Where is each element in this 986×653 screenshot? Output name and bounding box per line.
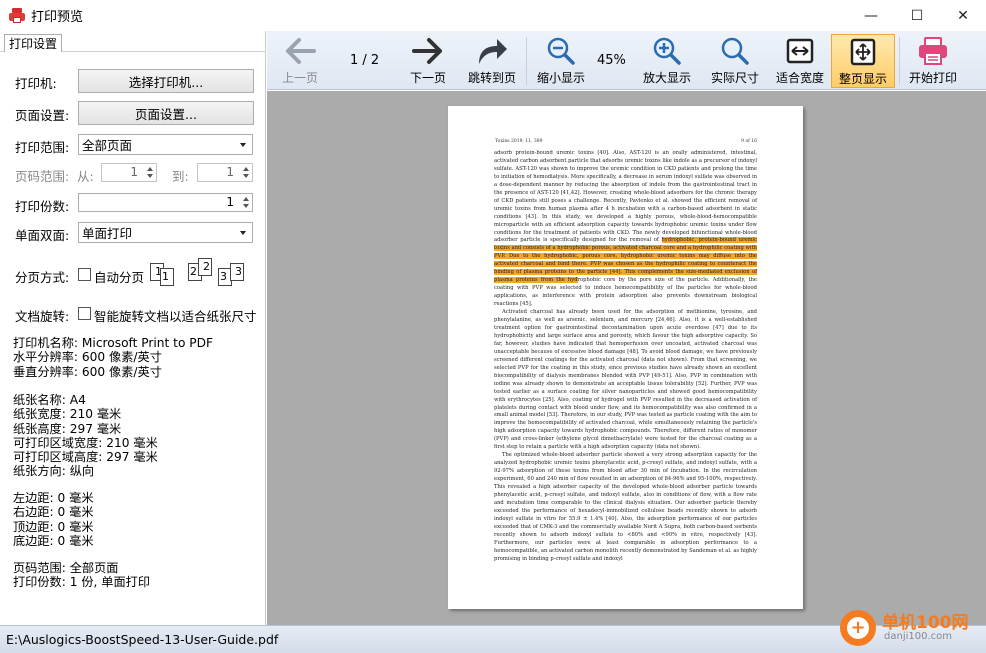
print-range-value: 全部页面 xyxy=(82,138,133,153)
chevron-down-icon xyxy=(240,231,246,235)
page-setup-label: 页面设置: xyxy=(15,108,70,123)
page-header: Toxins 2019, 11, 389 9 of 16 xyxy=(495,139,757,144)
redo-arrow-icon xyxy=(475,34,509,68)
print-settings-panel: 打印设置 打印机: 选择打印机... 页面设置: 页面设置... 打印范围: 全… xyxy=(0,31,266,625)
fit-page-button[interactable]: 整页显示 xyxy=(831,34,895,88)
select-printer-button[interactable]: 选择打印机... xyxy=(78,69,254,93)
fit-width-button[interactable]: 适合宽度 xyxy=(773,34,827,88)
preview-area[interactable]: Toxins 2019, 11, 389 9 of 16 adsorb prot… xyxy=(267,91,986,625)
title-bar: 打印预览 — ☐ ✕ xyxy=(0,0,986,31)
arrow-left-icon xyxy=(283,34,317,68)
from-label: 从: xyxy=(77,169,94,184)
page-indicator: 1 / 2 xyxy=(350,53,380,68)
paper-info: 纸张名称: A4 纸张宽度: 210 毫米 纸张高度: 297 毫米 可打印区域… xyxy=(13,393,158,479)
smart-rotate-checkbox[interactable] xyxy=(78,307,91,320)
paragraph-1: adsorb protein-bound uremic toxins [40].… xyxy=(494,150,757,308)
minimize-button[interactable]: — xyxy=(848,0,894,31)
magnifier-icon xyxy=(720,34,750,68)
page-body: adsorb protein-bound uremic toxins [40].… xyxy=(494,150,757,564)
window-title: 打印预览 xyxy=(31,10,84,25)
header-left: Toxins 2019, 11, 389 xyxy=(495,139,543,144)
copies-stepper[interactable]: 1 xyxy=(78,193,253,212)
watermark-en: danji100.com xyxy=(884,631,952,642)
fit-page-icon xyxy=(848,35,878,69)
summary-info: 页码范围: 全部页面 打印份数: 1 份, 单面打印 xyxy=(13,561,151,590)
arrow-right-icon xyxy=(411,34,445,68)
print-range-select[interactable]: 全部页面 xyxy=(78,134,253,155)
page-preview: Toxins 2019, 11, 389 9 of 16 adsorb prot… xyxy=(448,106,803,609)
auto-paging-label: 自动分页 xyxy=(94,270,145,285)
duplex-select[interactable]: 单面打印 xyxy=(78,222,253,243)
printer-label: 打印机: xyxy=(15,76,57,91)
duplex-label: 单面双面: xyxy=(15,228,70,243)
paragraph-2: Activated charcoal has already been used… xyxy=(494,309,757,451)
zoom-in-button[interactable]: 放大显示 xyxy=(639,34,695,88)
fit-width-icon xyxy=(785,34,815,68)
to-label: 到: xyxy=(172,169,189,184)
print-range-label: 打印范围: xyxy=(15,140,70,155)
maximize-button[interactable]: ☐ xyxy=(894,0,940,31)
page-order-icon-6: 3 xyxy=(230,263,244,281)
auto-paging-checkbox[interactable] xyxy=(78,268,91,281)
tab-print-settings[interactable]: 打印设置 xyxy=(4,34,62,52)
duplex-value: 单面打印 xyxy=(82,226,133,241)
page-order-icon-4: 2 xyxy=(198,258,212,276)
page-order-icon-2: 1 xyxy=(160,268,174,286)
next-page-button[interactable]: 下一页 xyxy=(407,34,449,88)
chevron-down-icon xyxy=(240,143,246,147)
copies-label: 打印份数: xyxy=(15,199,70,214)
paging-label: 分页方式: xyxy=(15,270,70,285)
actual-size-button[interactable]: 实际尺寸 xyxy=(707,34,763,88)
zoom-out-icon xyxy=(546,34,576,68)
close-button[interactable]: ✕ xyxy=(940,0,986,31)
status-bar: E:\Auslogics-BoostSpeed-13-User-Guide.pd… xyxy=(0,625,986,653)
plus-logo-icon: + xyxy=(840,610,876,646)
smart-rotate-label: 智能旋转文档以适合纸张尺寸 xyxy=(94,309,257,324)
start-print-button[interactable]: 开始打印 xyxy=(905,34,961,88)
file-path: E:\Auslogics-BoostSpeed-13-User-Guide.pd… xyxy=(6,632,279,647)
paragraph-3: The optimized whole-blood adsorber parti… xyxy=(494,452,757,562)
zoom-out-button[interactable]: 缩小显示 xyxy=(533,34,589,88)
zoom-level: 45% xyxy=(597,53,626,68)
watermark-logo: + 单机100网 danji100.com xyxy=(840,606,980,651)
goto-page-button[interactable]: 跳转到页 xyxy=(465,34,519,88)
zoom-in-icon xyxy=(652,34,682,68)
page-setup-button[interactable]: 页面设置... xyxy=(78,101,254,125)
prev-page-button[interactable]: 上一页 xyxy=(277,34,323,88)
margin-info: 左边距: 0 毫米 右边距: 0 毫米 顶边距: 0 毫米 底边距: 0 毫米 xyxy=(13,491,94,548)
to-page-stepper[interactable]: 1 xyxy=(197,163,253,182)
printer-info: 打印机名称: Microsoft Print to PDF 水平分辨率: 600… xyxy=(13,336,214,379)
printer-icon xyxy=(917,34,949,68)
toolbar: 上一页 1 / 2 下一页 跳转到页 缩小显示 45% 放大显示 实际尺寸 适合… xyxy=(267,31,986,90)
from-page-stepper[interactable]: 1 xyxy=(101,163,157,182)
watermark-cn: 单机100网 xyxy=(882,613,969,633)
rotate-label: 文档旋转: xyxy=(15,309,70,324)
page-range-label: 页码范围: xyxy=(15,169,70,184)
header-right: 9 of 16 xyxy=(741,139,757,144)
printer-app-icon xyxy=(9,7,25,24)
